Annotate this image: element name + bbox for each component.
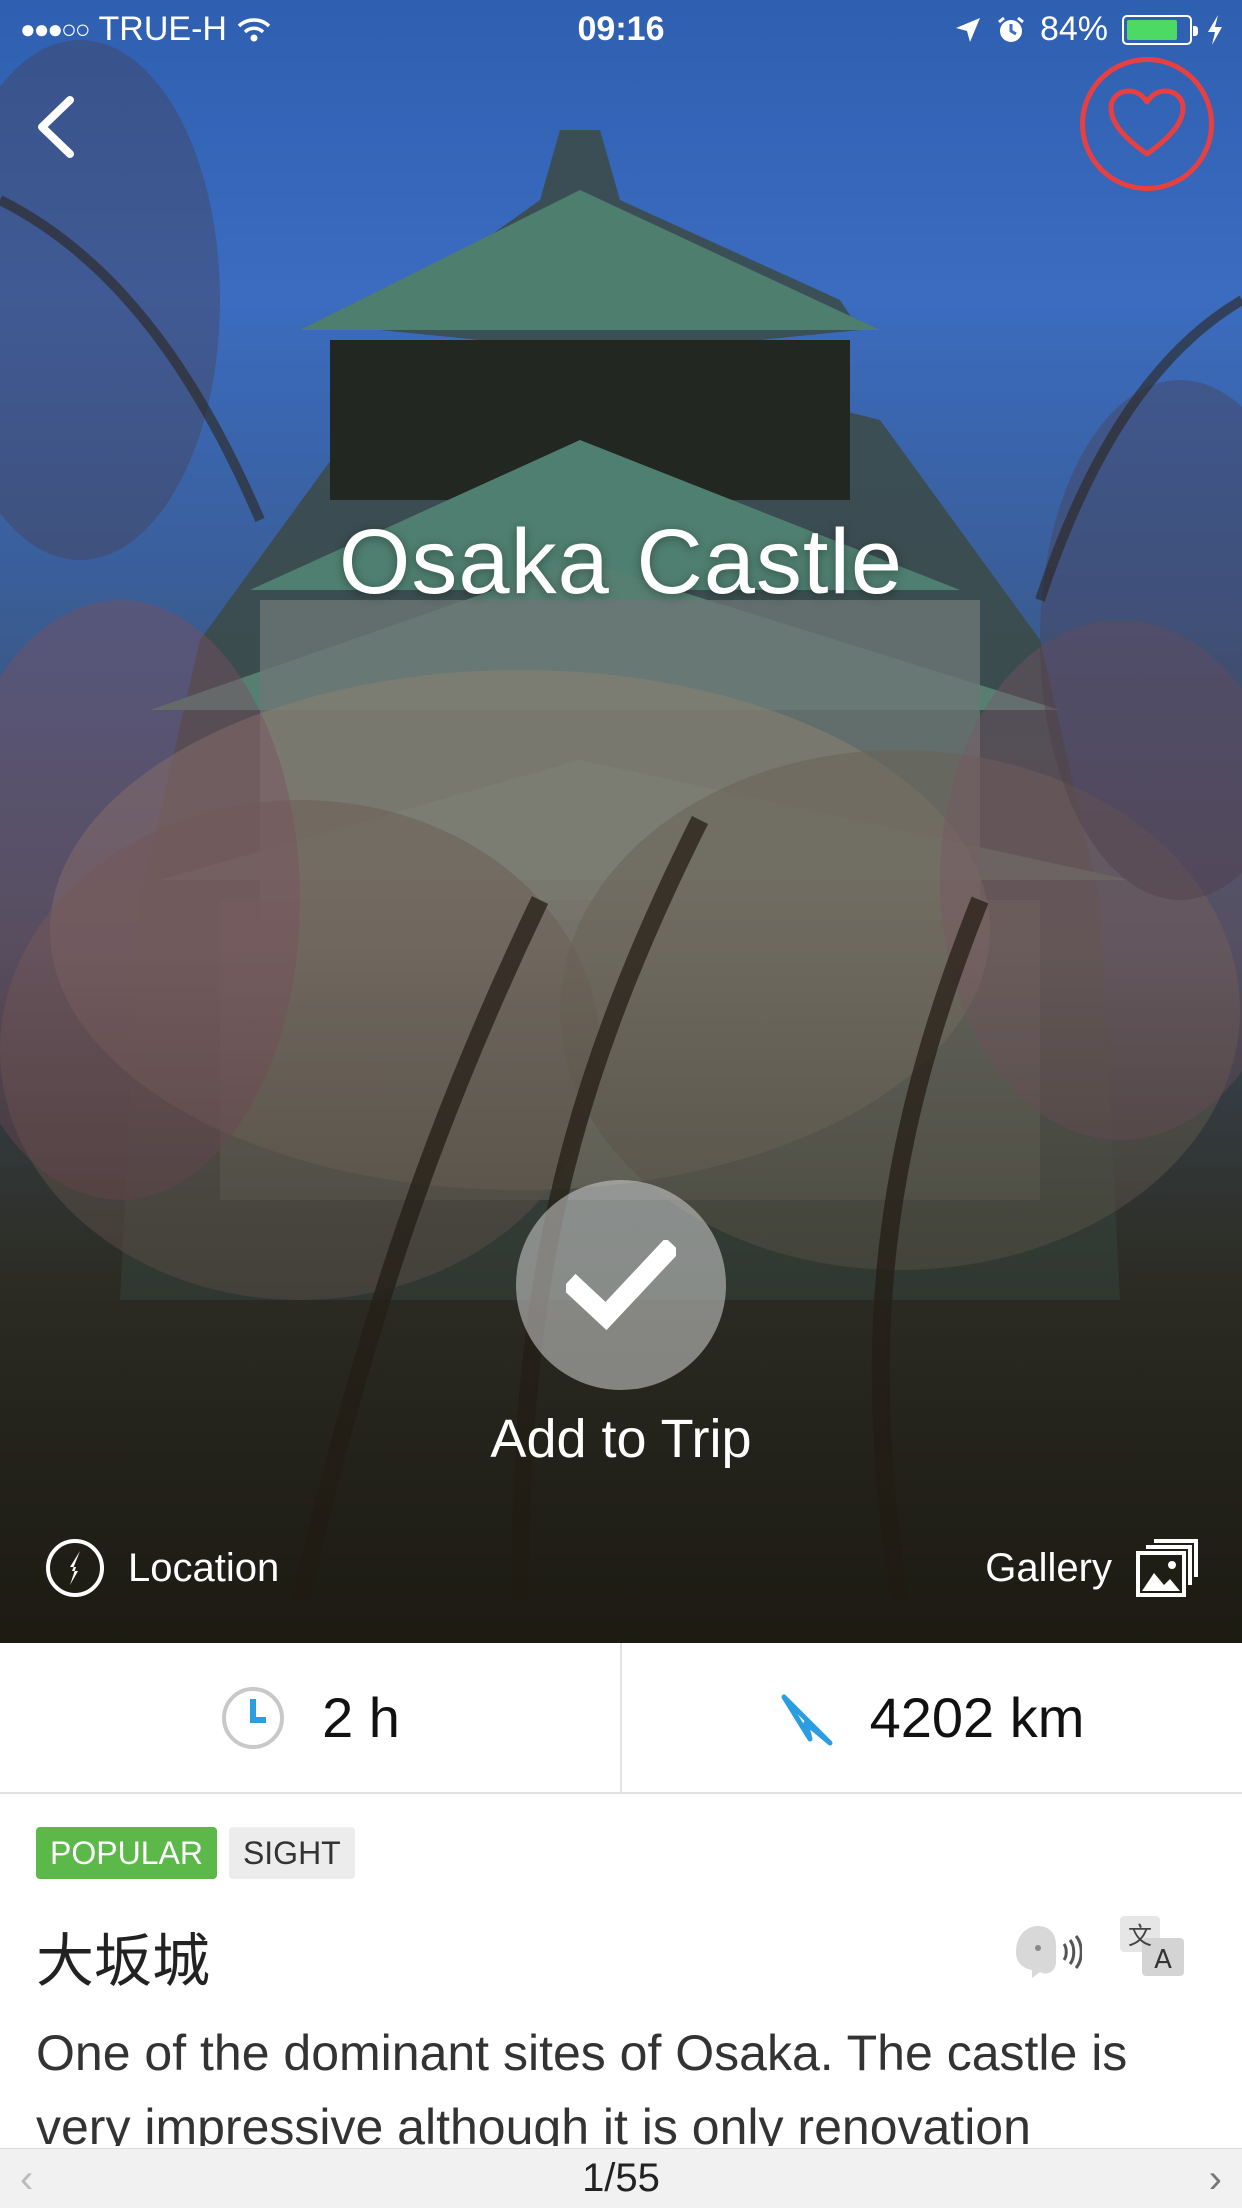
native-name: 大坂城: [36, 1929, 211, 1994]
location-label: Location: [128, 1545, 280, 1590]
gallery-icon: [1136, 1539, 1198, 1597]
svg-text:A: A: [1154, 1945, 1172, 1975]
status-bar: ●●●○○ TRUE-H 09:16 84%: [0, 0, 1242, 62]
heart-icon: [1108, 88, 1186, 157]
battery-fill: [1127, 19, 1178, 40]
place-title: Osaka Castle: [338, 511, 904, 613]
page-indicator: 1/55: [582, 2156, 660, 2200]
status-right: 84%: [954, 10, 1224, 49]
battery-tip: [1193, 25, 1198, 36]
battery-percent: 84%: [1039, 10, 1108, 48]
translate-icon: 文 A: [1120, 1916, 1184, 1976]
location-arrow-icon: [955, 17, 980, 42]
back-button[interactable]: [30, 92, 90, 162]
favorite-button[interactable]: [1080, 57, 1214, 191]
tag-popular: POPULAR: [36, 1827, 217, 1879]
battery-icon: [1122, 14, 1198, 45]
charging-icon: [1208, 14, 1222, 45]
back-chevron-icon: [38, 96, 74, 158]
svg-text:文: 文: [1128, 1922, 1152, 1950]
translate-button[interactable]: 文 A: [1118, 1914, 1186, 1983]
clock-icon: [222, 1686, 285, 1749]
duration-value: 2 h: [322, 1686, 400, 1749]
duration-stat: 2 h: [0, 1643, 620, 1792]
add-to-trip-label[interactable]: Add to Trip: [0, 1408, 1242, 1470]
checkmark-icon: [566, 1240, 676, 1330]
alarm-icon: [998, 16, 1024, 42]
add-to-trip-button[interactable]: [516, 1180, 726, 1390]
location-button[interactable]: Location: [44, 1537, 279, 1599]
stats-row: 2 h 4202 km: [0, 1643, 1242, 1794]
pronounce-button[interactable]: [1010, 1922, 1083, 1987]
distance-value: 4202 km: [869, 1686, 1085, 1749]
details-section: POPULAR SIGHT 大坂城 文 A One of the dominan…: [0, 1796, 1242, 2146]
compass-icon: [46, 1539, 104, 1597]
prev-page-button[interactable]: ‹: [20, 2157, 33, 2202]
distance-stat: 4202 km: [620, 1643, 1242, 1792]
tag-sight: SIGHT: [228, 1827, 355, 1879]
place-description: One of the dominant sites of Osaka. The …: [36, 2025, 1128, 2146]
hero-image: ●●●○○ TRUE-H 09:16 84% Osaka Castle Add …: [0, 0, 1242, 1643]
gallery-label: Gallery: [985, 1545, 1112, 1590]
gallery-button[interactable]: Gallery: [985, 1537, 1200, 1599]
pager-bar: ‹ 1/55 ›: [0, 2148, 1242, 2208]
next-page-button[interactable]: ›: [1209, 2157, 1222, 2202]
tag-list: POPULAR SIGHT: [36, 1827, 355, 1879]
speaker-icon: [1016, 1926, 1083, 1978]
navigation-arrow-icon: [781, 1694, 833, 1745]
